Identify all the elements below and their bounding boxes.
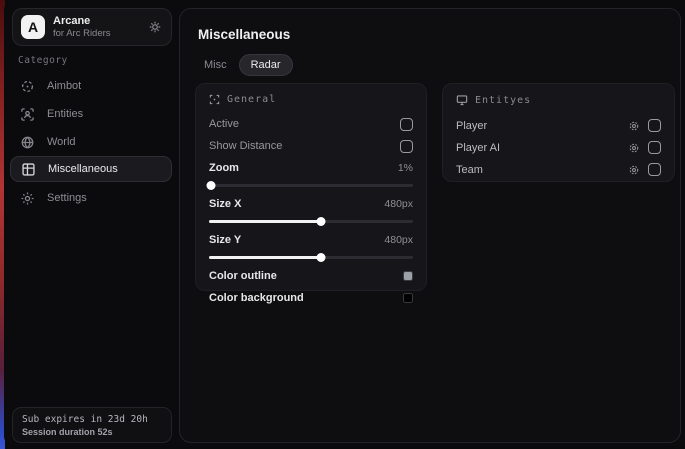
subscription-card: Sub expires in 23d 20h Session duration …: [12, 407, 172, 443]
sidebar-item-entities[interactable]: Entities: [10, 102, 172, 126]
sidebar-item-aimbot[interactable]: Aimbot: [10, 74, 172, 98]
setting-label: Active: [209, 118, 239, 130]
entity-row-player-ai: Player AI: [456, 137, 661, 158]
setting-row-size-x: Size X 480px: [209, 194, 413, 214]
entity-label: Player AI: [456, 142, 628, 154]
grid-icon: [21, 162, 36, 177]
setting-row-active: Active: [209, 114, 413, 134]
app-logo: A: [21, 15, 45, 39]
player-ai-checkbox[interactable]: [648, 141, 661, 154]
sub-expiry-text: Sub expires in 23d 20h: [22, 413, 162, 426]
gear-icon[interactable]: [628, 142, 640, 154]
sidebar-item-label: Miscellaneous: [48, 163, 118, 175]
setting-row-color-outline: Color outline: [209, 266, 413, 286]
color-outline-swatch[interactable]: [403, 271, 413, 281]
setting-label: Size Y: [209, 234, 241, 246]
slider-thumb[interactable]: [317, 217, 326, 226]
general-card: General Active Show Distance Zoom 1% Siz…: [195, 83, 427, 291]
setting-label: Zoom: [209, 162, 239, 174]
tab-bar: Misc Radar: [196, 54, 293, 76]
globe-icon: [20, 135, 35, 150]
tab-radar[interactable]: Radar: [239, 54, 293, 76]
monitor-icon: [456, 94, 468, 106]
entities-card-title: Entityes: [475, 95, 531, 106]
sidebar-item-label: Settings: [47, 192, 87, 204]
sidebar-item-label: World: [47, 136, 76, 148]
entity-row-team: Team: [456, 159, 661, 180]
slider-thumb[interactable]: [207, 181, 216, 190]
player-checkbox[interactable]: [648, 119, 661, 132]
team-checkbox[interactable]: [648, 163, 661, 176]
slider-thumb[interactable]: [317, 253, 326, 262]
sidebar-item-world[interactable]: World: [10, 130, 172, 154]
app-name: Arcane: [53, 15, 149, 28]
setting-label: Color background: [209, 292, 304, 304]
gear-icon[interactable]: [628, 120, 640, 132]
sidebar-item-label: Aimbot: [47, 80, 81, 92]
color-background-swatch[interactable]: [403, 293, 413, 303]
show-distance-checkbox[interactable]: [400, 140, 413, 153]
zoom-slider[interactable]: [209, 184, 413, 187]
entities-card: Entityes Player Player AI: [442, 83, 675, 182]
sidebar-item-settings[interactable]: Settings: [10, 186, 172, 210]
sidebar-item-label: Entities: [47, 108, 83, 120]
general-card-title: General: [227, 94, 276, 105]
crosshair-icon: [20, 79, 35, 94]
app-logo-card: A Arcane for Arc Riders: [12, 8, 172, 46]
setting-row-color-background: Color background: [209, 288, 413, 308]
zoom-value: 1%: [398, 162, 413, 174]
active-checkbox[interactable]: [400, 118, 413, 131]
gear-icon[interactable]: [149, 21, 161, 33]
sidebar-item-miscellaneous[interactable]: Miscellaneous: [10, 156, 172, 182]
setting-label: Color outline: [209, 270, 277, 282]
app-subtitle: for Arc Riders: [53, 28, 149, 40]
category-label: Category: [18, 55, 68, 66]
setting-label: Show Distance: [209, 140, 282, 152]
size-x-value: 480px: [384, 198, 413, 210]
size-x-slider[interactable]: [209, 220, 413, 223]
size-y-slider[interactable]: [209, 256, 413, 259]
size-y-value: 480px: [384, 234, 413, 246]
session-duration-text: Session duration 52s: [22, 426, 162, 438]
entities-icon: [20, 107, 35, 122]
setting-label: Size X: [209, 198, 241, 210]
page-title: Miscellaneous: [198, 27, 290, 42]
gear-icon: [20, 191, 35, 206]
app-window: A Arcane for Arc Riders Category Aimbot …: [4, 0, 685, 446]
entity-row-player: Player: [456, 115, 661, 136]
gear-icon[interactable]: [628, 164, 640, 176]
setting-row-show-distance: Show Distance: [209, 136, 413, 156]
entity-label: Team: [456, 164, 628, 176]
setting-row-zoom: Zoom 1%: [209, 158, 413, 178]
setting-row-size-y: Size Y 480px: [209, 230, 413, 250]
entity-label: Player: [456, 120, 628, 132]
main-panel: Miscellaneous Misc Radar General Active …: [179, 8, 681, 443]
frame-icon: [209, 94, 220, 105]
tab-misc[interactable]: Misc: [196, 55, 235, 75]
